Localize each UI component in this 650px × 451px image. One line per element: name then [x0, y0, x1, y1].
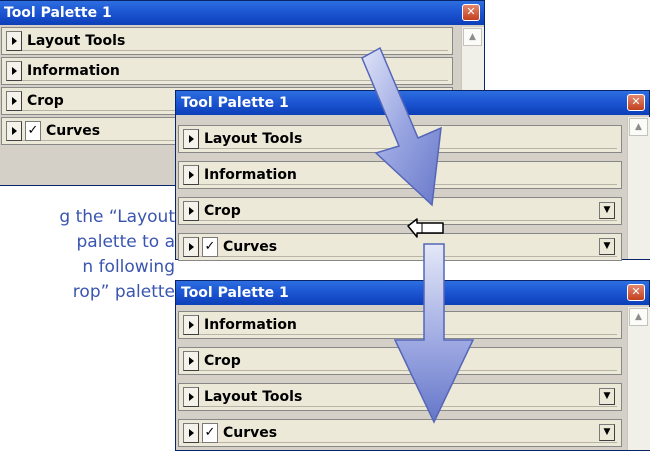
annotation-overlay — [361, 46, 475, 424]
diagonal-arrow-icon — [361, 46, 442, 207]
drag-hand-cursor-icon — [407, 218, 444, 238]
down-arrow-icon — [393, 243, 475, 424]
